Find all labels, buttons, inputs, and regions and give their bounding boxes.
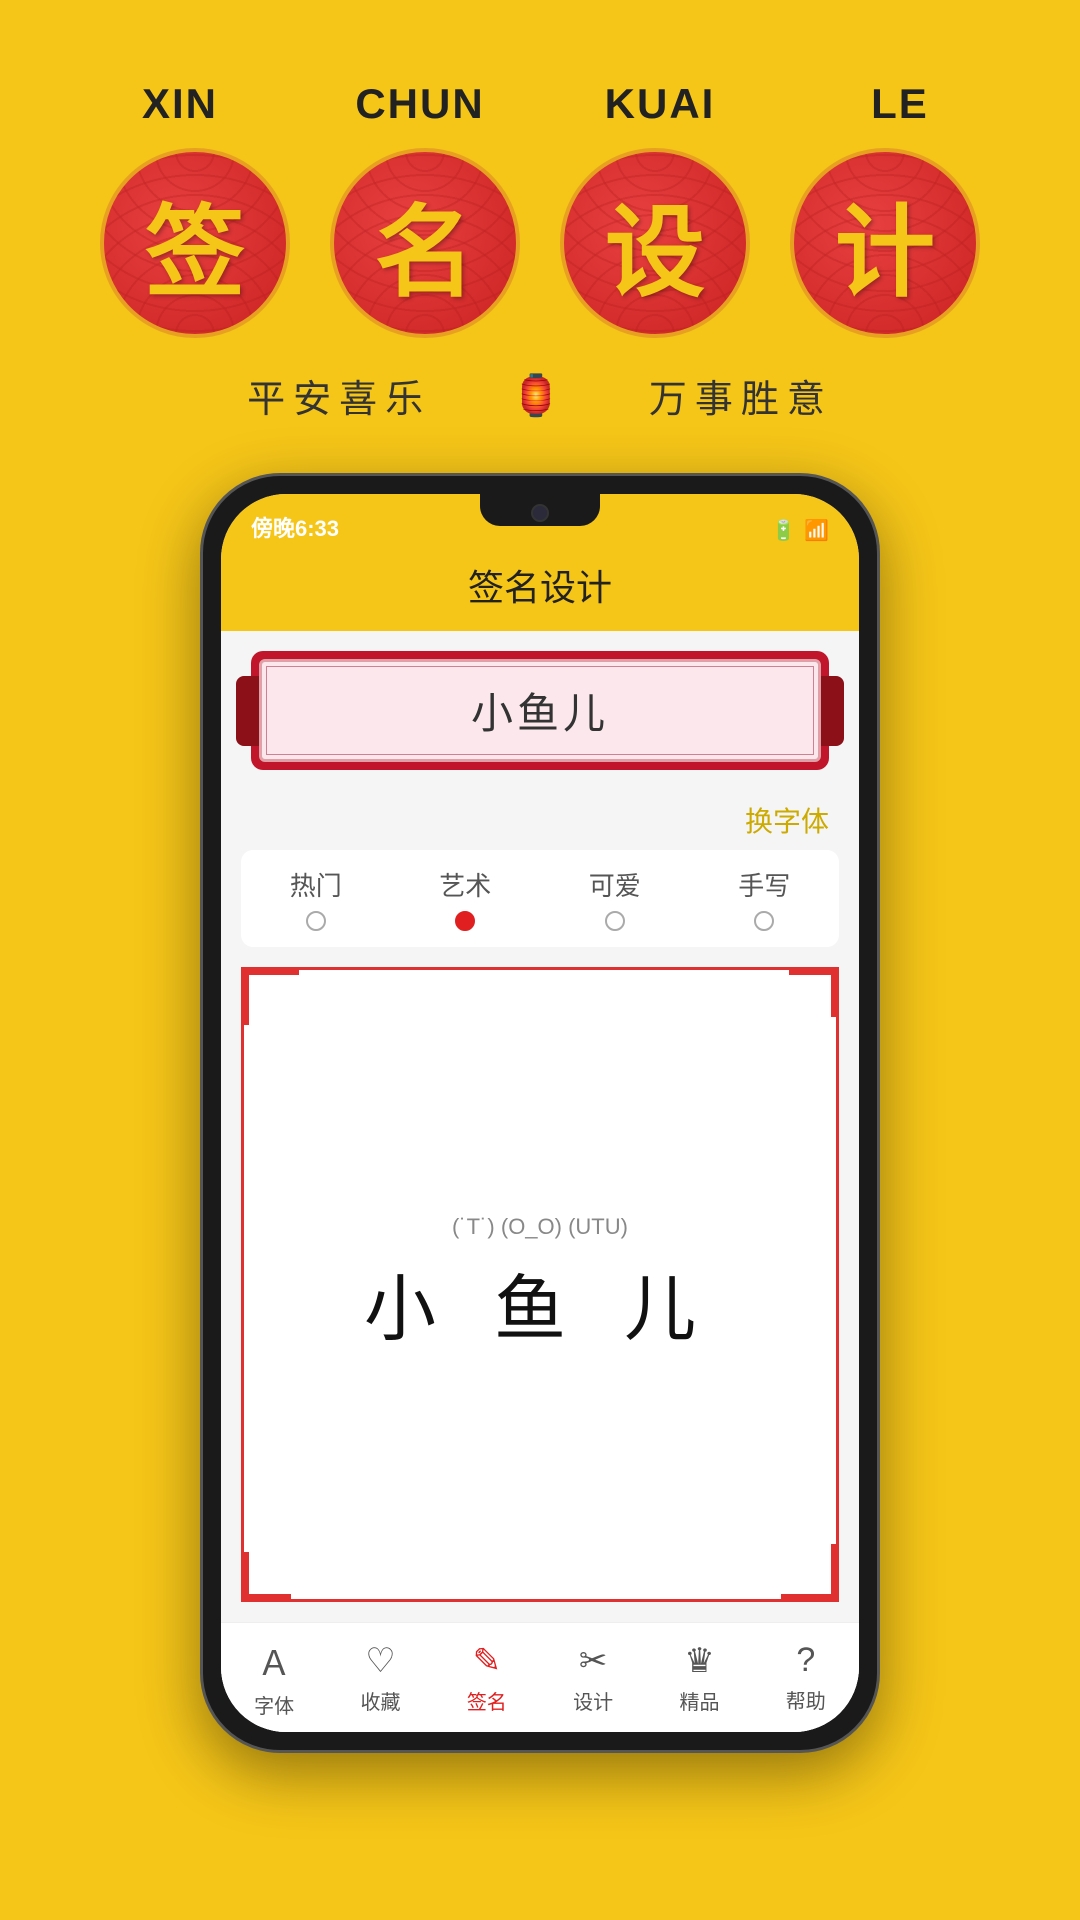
crown-icon: ♛ bbox=[684, 1641, 714, 1681]
font-change-button[interactable]: 换字体 bbox=[745, 806, 829, 837]
tab-art-label: 艺术 bbox=[439, 866, 491, 903]
scroll-text: 小鱼儿 bbox=[471, 690, 609, 737]
scroll-inner: 小鱼儿 bbox=[259, 659, 821, 762]
nav-favorite-label: 收藏 bbox=[360, 1686, 400, 1715]
scroll-decor: 小鱼儿 bbox=[251, 651, 829, 770]
status-time: 傍晚6:33 bbox=[251, 511, 339, 543]
tab-handwrite[interactable]: 手写 bbox=[738, 866, 790, 931]
circle-0: 签 bbox=[100, 148, 290, 338]
tab-art-dot bbox=[455, 911, 475, 931]
scroll-banner[interactable]: 小鱼儿 bbox=[221, 631, 859, 790]
pen-icon: ✎ bbox=[473, 1641, 502, 1681]
nav-signature-label: 签名 bbox=[467, 1686, 507, 1715]
app-content: 小鱼儿 换字体 热门 艺术 bbox=[221, 631, 859, 1732]
phone-camera bbox=[531, 504, 549, 522]
pinyin-le: LE bbox=[810, 80, 990, 128]
circle-char-0: 签 bbox=[145, 171, 245, 316]
top-section: XIN CHUN KUAI LE 签 名 设 计 平安喜乐 🏮 万事胜意 bbox=[0, 0, 1080, 463]
pinyin-chun: CHUN bbox=[330, 80, 510, 128]
subtitle-row: 平安喜乐 🏮 万事胜意 bbox=[247, 368, 833, 423]
phone-wrapper: 傍晚6:33 🔋 📶 签名设计 bbox=[0, 473, 1080, 1753]
pinyin-xin: XIN bbox=[90, 80, 270, 128]
phone-inner: 傍晚6:33 🔋 📶 签名设计 bbox=[221, 494, 859, 1732]
nav-signature[interactable]: ✎ 签名 bbox=[467, 1641, 507, 1715]
bottom-nav: Ａ 字体 ♡ 收藏 ✎ 签名 ✂ 设计 bbox=[221, 1622, 859, 1732]
help-icon: ? bbox=[796, 1641, 815, 1680]
nav-premium[interactable]: ♛ 精品 bbox=[679, 1641, 719, 1715]
tab-cute[interactable]: 可爱 bbox=[589, 866, 641, 931]
circles-row: 签 名 设 计 bbox=[100, 148, 980, 338]
nav-favorite[interactable]: ♡ 收藏 bbox=[360, 1641, 400, 1715]
subtitle-left: 平安喜乐 bbox=[247, 368, 431, 423]
tab-popular-dot bbox=[306, 911, 326, 931]
tab-art[interactable]: 艺术 bbox=[439, 866, 491, 931]
nav-font-label: 字体 bbox=[254, 1690, 294, 1719]
circle-1: 名 bbox=[330, 148, 520, 338]
font-change-row: 换字体 bbox=[221, 790, 859, 850]
nav-design-label: 设计 bbox=[573, 1686, 613, 1715]
preview-emoticons: (˙T˙) (O_O) (UTU) bbox=[452, 1214, 628, 1240]
heart-icon: ♡ bbox=[365, 1641, 395, 1681]
pinyin-kuai: KUAI bbox=[570, 80, 750, 128]
status-icons: 🔋 📶 bbox=[771, 518, 829, 543]
battery-icon: 🔋 bbox=[771, 518, 796, 543]
nav-font[interactable]: Ａ 字体 bbox=[254, 1636, 294, 1719]
tab-cute-label: 可爱 bbox=[589, 866, 641, 903]
tab-popular[interactable]: 热门 bbox=[290, 866, 342, 931]
nav-design[interactable]: ✂ 设计 bbox=[573, 1641, 613, 1715]
wifi-icon: 📶 bbox=[804, 518, 829, 543]
scroll-main: 小鱼儿 bbox=[251, 651, 829, 770]
tab-handwrite-dot bbox=[754, 911, 774, 931]
nav-premium-label: 精品 bbox=[679, 1686, 719, 1715]
font-icon: Ａ bbox=[257, 1636, 291, 1685]
preview-chars: 小 鱼 儿 bbox=[364, 1250, 716, 1355]
tab-handwrite-label: 手写 bbox=[738, 866, 790, 903]
nav-help[interactable]: ? 帮助 bbox=[786, 1641, 826, 1714]
pinyin-row: XIN CHUN KUAI LE bbox=[90, 80, 990, 128]
lantern-icon: 🏮 bbox=[511, 372, 569, 419]
corner-bl bbox=[241, 1552, 291, 1602]
app-title: 签名设计 bbox=[468, 567, 612, 608]
circle-char-2: 设 bbox=[605, 171, 705, 316]
circle-char-1: 名 bbox=[375, 171, 475, 316]
preview-area: (˙T˙) (O_O) (UTU) 小 鱼 儿 bbox=[241, 967, 839, 1602]
tab-popular-label: 热门 bbox=[290, 866, 342, 903]
phone-mockup: 傍晚6:33 🔋 📶 签名设计 bbox=[200, 473, 880, 1753]
subtitle-right: 万事胜意 bbox=[649, 368, 833, 423]
circle-2: 设 bbox=[560, 148, 750, 338]
tab-cute-dot bbox=[605, 911, 625, 931]
tab-row: 热门 艺术 可爱 手写 bbox=[241, 850, 839, 947]
nav-help-label: 帮助 bbox=[786, 1685, 826, 1714]
app-header: 签名设计 bbox=[221, 549, 859, 631]
corner-tr bbox=[789, 967, 839, 1017]
circle-3: 计 bbox=[790, 148, 980, 338]
circle-char-3: 计 bbox=[835, 171, 935, 316]
scissors-icon: ✂ bbox=[579, 1641, 608, 1681]
